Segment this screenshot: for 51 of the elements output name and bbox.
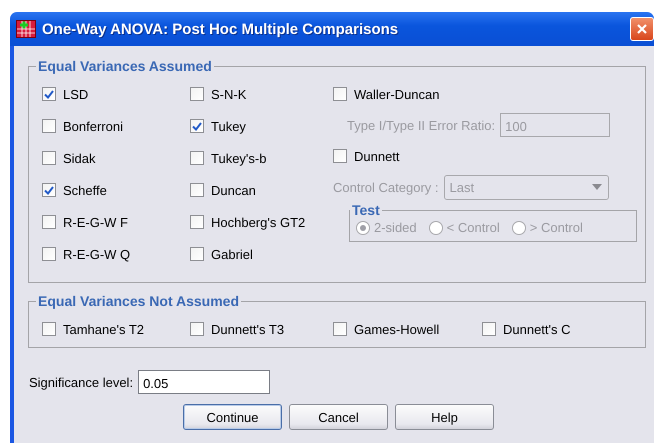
checkbox-label[interactable]: Dunnett: [354, 148, 400, 164]
checkbox-label[interactable]: R-E-G-W F: [63, 214, 128, 230]
checkbox-label[interactable]: Tukey: [211, 118, 246, 134]
checkbox[interactable]: [42, 247, 56, 261]
caret-icon: [592, 184, 602, 190]
checkbox-label[interactable]: R-E-G-W Q: [63, 246, 130, 262]
group-title: Equal Variances Assumed: [37, 58, 213, 74]
checkbox-label[interactable]: Sidak: [63, 150, 96, 166]
checkbox-label[interactable]: Duncan: [211, 182, 256, 198]
checkbox[interactable]: [190, 215, 204, 229]
checkbox-label[interactable]: S-N-K: [211, 86, 246, 102]
window-title: One-Way ANOVA: Post Hoc Multiple Comparisons: [42, 20, 400, 38]
checkbox[interactable]: [190, 87, 204, 101]
checkbox-label[interactable]: Tukey's-b: [211, 150, 266, 166]
checkbox-label[interactable]: LSD: [63, 86, 88, 102]
checkbox-label[interactable]: Dunnett's T3: [211, 322, 284, 336]
field-label: Control Category :: [333, 180, 438, 194]
checkbox[interactable]: [333, 149, 347, 163]
dialog-button[interactable]: Help: [395, 404, 494, 430]
dialog-button[interactable]: Cancel: [289, 404, 388, 430]
close-button[interactable]: [630, 17, 654, 41]
checkbox-label[interactable]: Tamhane's T2: [63, 322, 144, 336]
grid-icon: [16, 20, 36, 38]
checkbox[interactable]: [42, 119, 56, 133]
checkbox-label[interactable]: Gabriel: [211, 246, 253, 262]
checkbox[interactable]: [190, 151, 204, 165]
checkbox-label[interactable]: Scheffe: [63, 182, 107, 198]
checkbox[interactable]: [42, 322, 56, 336]
checkbox-label[interactable]: Waller-Duncan: [354, 86, 440, 102]
dialog-button[interactable]: Continue: [183, 404, 282, 430]
group-title: Equal Variances Not Assumed: [37, 293, 240, 309]
field-label: Type I/Type II Error Ratio:: [347, 118, 496, 132]
input-field[interactable]: 0.05: [138, 370, 270, 394]
checkbox[interactable]: [333, 87, 347, 101]
checkbox-label[interactable]: Games-Howell: [354, 322, 440, 336]
checkbox[interactable]: [482, 322, 496, 336]
checkbox[interactable]: [42, 151, 56, 165]
checkbox[interactable]: [42, 183, 56, 197]
checkbox-label[interactable]: Dunnett's C: [503, 322, 571, 336]
checkbox[interactable]: [190, 119, 204, 133]
checkbox[interactable]: [190, 247, 204, 261]
close-icon: [636, 23, 648, 35]
checkbox[interactable]: [42, 215, 56, 229]
field-label: Significance level:: [29, 374, 134, 390]
group-title: Test: [351, 202, 381, 218]
checkbox[interactable]: [190, 183, 204, 197]
checkbox-label[interactable]: Bonferroni: [63, 118, 123, 134]
checkbox[interactable]: [42, 87, 56, 101]
checkbox-label[interactable]: Hochberg's GT2: [211, 214, 306, 230]
checkbox[interactable]: [190, 322, 204, 336]
checkbox[interactable]: [333, 322, 347, 336]
